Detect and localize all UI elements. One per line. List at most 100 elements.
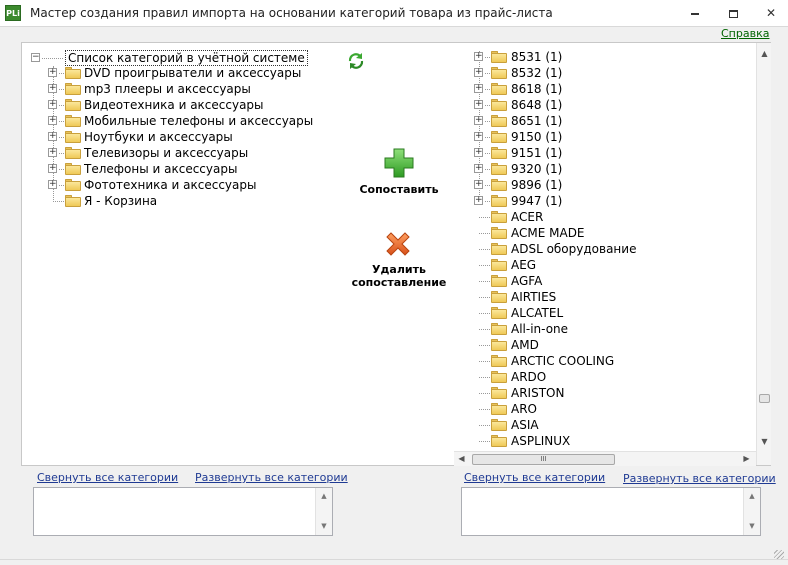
tree-item-label: 9150 (1) bbox=[511, 130, 563, 144]
folder-icon bbox=[491, 323, 507, 335]
close-button[interactable]: ✕ bbox=[760, 4, 782, 22]
expand-icon[interactable]: + bbox=[474, 196, 483, 205]
left-expand-all-link[interactable]: Развернуть все категории bbox=[195, 471, 348, 484]
close-icon: ✕ bbox=[765, 6, 777, 20]
right-tree-item[interactable]: AEG bbox=[22, 257, 752, 273]
tree-item-label: ACER bbox=[511, 210, 544, 224]
vertical-scroll-thumb[interactable] bbox=[759, 394, 770, 403]
folder-icon bbox=[491, 435, 507, 447]
right-tree-vertical-scrollbar[interactable]: ▲ ▼ bbox=[756, 43, 771, 465]
horizontal-scroll-thumb[interactable]: III bbox=[472, 454, 615, 465]
right-expand-all-link[interactable]: Развернуть все категории bbox=[623, 472, 776, 485]
expand-icon[interactable]: + bbox=[474, 164, 483, 173]
folder-icon bbox=[491, 195, 507, 207]
tree-item-label: AMD bbox=[511, 338, 539, 352]
folder-icon bbox=[491, 275, 507, 287]
expand-icon[interactable]: + bbox=[474, 116, 483, 125]
tree-item-label: ARO bbox=[511, 402, 537, 416]
tree-item-label: 8651 (1) bbox=[511, 114, 563, 128]
right-tree-item[interactable]: ARO bbox=[22, 401, 752, 417]
right-tree-horizontal-scrollbar[interactable]: ◀ III ▶ bbox=[454, 451, 756, 466]
folder-icon bbox=[491, 243, 507, 255]
tree-item-label: 9947 (1) bbox=[511, 194, 563, 208]
right-tree-item[interactable]: +9320 (1) bbox=[22, 161, 752, 177]
folder-icon bbox=[491, 403, 507, 415]
expand-icon[interactable]: + bbox=[474, 180, 483, 189]
right-tree-item[interactable]: +8531 (1) bbox=[22, 49, 752, 65]
folder-icon bbox=[491, 51, 507, 63]
tree-item-label: ARCTIC COOLING bbox=[511, 354, 615, 368]
folder-icon bbox=[491, 307, 507, 319]
scroll-down-arrow-icon[interactable]: ▼ bbox=[317, 519, 331, 534]
right-tree-item[interactable]: +9150 (1) bbox=[22, 129, 752, 145]
folder-icon bbox=[491, 179, 507, 191]
expand-icon[interactable]: + bbox=[474, 52, 483, 61]
tree-item-label: ARISTON bbox=[511, 386, 565, 400]
expand-icon[interactable]: + bbox=[474, 84, 483, 93]
content-panel: − Список категорий в учётной системе + DV… bbox=[21, 42, 771, 466]
right-tree-item[interactable]: ACER bbox=[22, 209, 752, 225]
folder-icon bbox=[491, 99, 507, 111]
help-link[interactable]: Справка bbox=[721, 27, 769, 40]
scroll-down-arrow-icon[interactable]: ▼ bbox=[757, 437, 772, 446]
tree-item-label: ADSL оборудование bbox=[511, 242, 637, 256]
right-tree-item[interactable]: AGFA bbox=[22, 273, 752, 289]
folder-icon bbox=[491, 387, 507, 399]
right-tree-item[interactable]: AMD bbox=[22, 337, 752, 353]
scroll-down-arrow-icon[interactable]: ▼ bbox=[745, 519, 759, 534]
expand-icon[interactable]: + bbox=[474, 132, 483, 141]
right-collapse-all-link[interactable]: Свернуть все категории bbox=[464, 471, 605, 484]
minimize-button[interactable] bbox=[684, 4, 706, 22]
folder-icon bbox=[491, 211, 507, 223]
expand-icon[interactable]: + bbox=[474, 100, 483, 109]
right-tree-item[interactable]: ARDO bbox=[22, 369, 752, 385]
folder-icon bbox=[491, 259, 507, 271]
tree-item-label: AIRTIES bbox=[511, 290, 557, 304]
folder-icon bbox=[491, 227, 507, 239]
tree-item-label: 9896 (1) bbox=[511, 178, 563, 192]
tree-item-label: 8648 (1) bbox=[511, 98, 563, 112]
scroll-left-arrow-icon[interactable]: ◀ bbox=[454, 454, 469, 463]
right-notes-scrollbar[interactable]: ▲ ▼ bbox=[743, 488, 760, 535]
scroll-up-arrow-icon[interactable]: ▲ bbox=[757, 49, 772, 58]
right-tree-item[interactable]: +9896 (1) bbox=[22, 177, 752, 193]
scroll-up-arrow-icon[interactable]: ▲ bbox=[745, 489, 759, 504]
tree-item-label: ALCATEL bbox=[511, 306, 564, 320]
right-tree-item[interactable]: +9151 (1) bbox=[22, 145, 752, 161]
tree-item-label: All-in-one bbox=[511, 322, 569, 336]
right-tree-item[interactable]: ASIA bbox=[22, 417, 752, 433]
right-tree-item[interactable]: ACME MADE bbox=[22, 225, 752, 241]
folder-icon bbox=[491, 355, 507, 367]
app-icon: PLi bbox=[5, 5, 21, 21]
tree-item-label: 8531 (1) bbox=[511, 50, 563, 64]
right-tree-item[interactable]: ASPLINUX bbox=[22, 433, 752, 449]
tree-item-label: ACME MADE bbox=[511, 226, 585, 240]
right-tree-item[interactable]: ADSL оборудование bbox=[22, 241, 752, 257]
folder-icon bbox=[491, 83, 507, 95]
left-notes-textarea[interactable]: ▲ ▼ bbox=[33, 487, 333, 536]
expand-icon[interactable]: + bbox=[474, 148, 483, 157]
expand-icon[interactable]: + bbox=[474, 68, 483, 77]
folder-icon bbox=[491, 419, 507, 431]
scroll-up-arrow-icon[interactable]: ▲ bbox=[317, 489, 331, 504]
folder-icon bbox=[491, 291, 507, 303]
right-tree-item[interactable]: ARCTIC COOLING bbox=[22, 353, 752, 369]
right-tree-item[interactable]: +8648 (1) bbox=[22, 97, 752, 113]
maximize-button[interactable] bbox=[722, 4, 744, 22]
right-tree-item[interactable]: All-in-one bbox=[22, 321, 752, 337]
tree-item-label: 9320 (1) bbox=[511, 162, 563, 176]
right-tree-item[interactable]: +8532 (1) bbox=[22, 65, 752, 81]
right-tree-item[interactable]: +8651 (1) bbox=[22, 113, 752, 129]
right-tree-item[interactable]: AIRTIES bbox=[22, 289, 752, 305]
right-tree-item[interactable]: +8618 (1) bbox=[22, 81, 752, 97]
tree-item-label: 8618 (1) bbox=[511, 82, 563, 96]
tree-item-label: AGFA bbox=[511, 274, 543, 288]
left-collapse-all-link[interactable]: Свернуть все категории bbox=[37, 471, 178, 484]
minimize-icon bbox=[691, 12, 699, 15]
left-notes-scrollbar[interactable]: ▲ ▼ bbox=[315, 488, 332, 535]
right-tree-item[interactable]: ARISTON bbox=[22, 385, 752, 401]
scroll-right-arrow-icon[interactable]: ▶ bbox=[739, 454, 754, 463]
right-tree-item[interactable]: ALCATEL bbox=[22, 305, 752, 321]
right-notes-textarea[interactable]: ▲ ▼ bbox=[461, 487, 761, 536]
right-tree-item[interactable]: +9947 (1) bbox=[22, 193, 752, 209]
